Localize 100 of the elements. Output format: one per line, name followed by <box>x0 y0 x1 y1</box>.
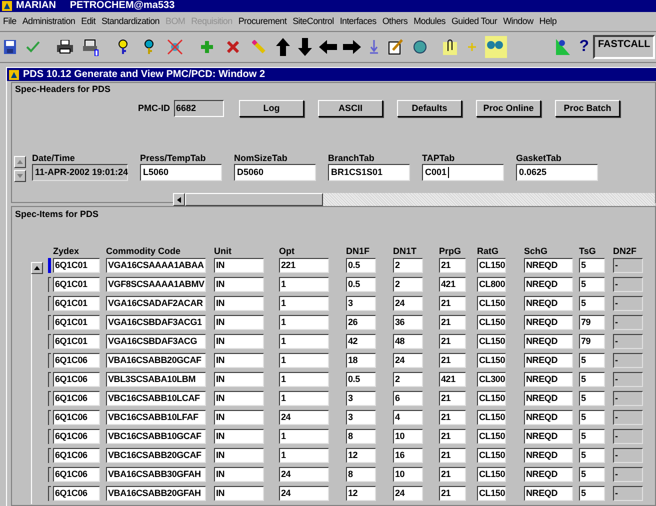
table-cell-field[interactable]: IN <box>214 372 264 387</box>
table-cell-field[interactable]: 6Q1C06 <box>53 391 100 406</box>
table-cell-field[interactable]: NREQD <box>524 315 573 330</box>
action-button[interactable]: Defaults <box>397 100 462 117</box>
table-cell-field[interactable]: CL150 <box>477 429 506 444</box>
table-cell-field[interactable]: 21 <box>439 334 466 349</box>
table-cell-field[interactable]: 5 <box>579 410 605 425</box>
input-field[interactable]: 0.0625 <box>516 164 598 181</box>
table-cell-field[interactable]: NREQD <box>524 486 573 501</box>
pmc-id-field[interactable]: 6682 <box>174 100 224 117</box>
table-cell-field[interactable]: 5 <box>579 372 605 387</box>
menu-item[interactable]: SiteControl <box>292 17 334 26</box>
scroll-down-button[interactable] <box>14 170 26 182</box>
menu-item[interactable]: File <box>3 17 16 26</box>
row-marker[interactable] <box>48 448 51 463</box>
table-cell-field[interactable]: IN <box>214 277 264 292</box>
menu-item[interactable]: Modules <box>414 17 446 26</box>
table-cell-field[interactable]: VBA16CSABB20GCAF <box>106 353 206 368</box>
row-marker[interactable] <box>48 296 51 311</box>
input-field[interactable]: BR1CS1S01 <box>328 164 410 181</box>
table-cell-field[interactable]: IN <box>214 258 264 273</box>
table-cell-field[interactable]: CL150 <box>477 315 506 330</box>
table-cell-field[interactable]: 6Q1C06 <box>53 448 100 463</box>
table-cell-field[interactable]: 6Q1C01 <box>53 296 100 311</box>
table-cell-field[interactable]: 21 <box>439 391 466 406</box>
table-cell-field[interactable]: 2 <box>393 372 423 387</box>
table-cell-field[interactable]: 3 <box>346 410 376 425</box>
table-cell-field[interactable]: 3 <box>346 296 376 311</box>
table-cell-field[interactable]: 24 <box>279 467 329 482</box>
table-cell-field[interactable]: 21 <box>439 448 466 463</box>
table-cell-field[interactable]: 0.5 <box>346 372 376 387</box>
table-cell-field[interactable]: IN <box>214 353 264 368</box>
table-cell-field[interactable]: CL150 <box>477 334 506 349</box>
row-marker[interactable] <box>48 391 51 406</box>
table-cell-field[interactable]: 1 <box>279 353 329 368</box>
table-cell-field[interactable]: 26 <box>346 315 376 330</box>
table-cell-field[interactable]: 6Q1C01 <box>53 334 100 349</box>
menu-item[interactable]: Edit <box>81 17 96 26</box>
table-cell-field[interactable]: 4 <box>393 410 423 425</box>
table-cell-field[interactable]: 5 <box>579 296 605 311</box>
help-mark[interactable]: ? <box>577 35 591 59</box>
table-cell-field[interactable]: 6Q1C06 <box>53 410 100 425</box>
table-cell-field[interactable]: VBA16CSABB20GFAH <box>106 486 206 501</box>
table-cell-field[interactable]: CL150 <box>477 296 506 311</box>
table-cell-field[interactable]: 12 <box>346 448 376 463</box>
menu-item[interactable]: Others <box>382 17 408 26</box>
table-cell-field[interactable]: 6Q1C01 <box>53 315 100 330</box>
table-cell-field[interactable]: 21 <box>439 410 466 425</box>
table-cell-field[interactable]: CL300 <box>477 372 506 387</box>
fastcall-field[interactable]: FASTCALL <box>593 35 655 59</box>
table-cell-field[interactable]: 6Q1C06 <box>53 467 100 482</box>
table-cell-field[interactable]: 21 <box>439 486 466 501</box>
table-cell-field[interactable]: 6Q1C01 <box>53 258 100 273</box>
table-cell-field[interactable]: 16 <box>393 448 423 463</box>
table-cell-field[interactable]: 1 <box>279 372 329 387</box>
action-button[interactable]: ASCII <box>318 100 383 117</box>
row-marker[interactable] <box>48 315 51 330</box>
table-cell-field[interactable]: CL150 <box>477 486 506 501</box>
menu-item[interactable]: Help <box>539 17 557 26</box>
table-cell-field[interactable]: 0.5 <box>346 258 376 273</box>
table-cell-field[interactable]: IN <box>214 429 264 444</box>
table-cell-field[interactable]: CL150 <box>477 391 506 406</box>
table-cell-field[interactable]: NREQD <box>524 334 573 349</box>
row-marker[interactable] <box>48 353 51 368</box>
row-marker[interactable] <box>48 410 51 425</box>
row-marker[interactable] <box>48 372 51 387</box>
table-cell-field[interactable]: 42 <box>346 334 376 349</box>
table-cell-field[interactable]: 5 <box>579 353 605 368</box>
table-cell-field[interactable]: 21 <box>439 429 466 444</box>
table-cell-field[interactable]: 2 <box>393 277 423 292</box>
table-cell-field[interactable]: NREQD <box>524 277 573 292</box>
table-cell-field[interactable]: 21 <box>439 315 466 330</box>
table-cell-field[interactable]: 421 <box>439 372 466 387</box>
table-cell-field[interactable]: 24 <box>393 353 423 368</box>
table-cell-field[interactable]: VBC16CSABB20GCAF <box>106 448 206 463</box>
table-cell-field[interactable]: 79 <box>579 315 605 330</box>
menu-item[interactable]: Guided Tour <box>451 17 498 26</box>
row-marker[interactable] <box>48 334 51 349</box>
scroll-up-button[interactable] <box>14 156 26 168</box>
table-cell-field[interactable]: 5 <box>579 448 605 463</box>
table-cell-field[interactable]: NREQD <box>524 353 573 368</box>
table-cell-field[interactable]: NREQD <box>524 391 573 406</box>
table-cell-field[interactable]: 24 <box>279 486 329 501</box>
table-cell-field[interactable]: 2 <box>393 258 423 273</box>
horizontal-scrollbar[interactable] <box>173 193 655 206</box>
table-cell-field[interactable]: IN <box>214 296 264 311</box>
scroll-left-button[interactable] <box>173 193 185 206</box>
table-cell-field[interactable]: NREQD <box>524 467 573 482</box>
table-cell-field[interactable]: VGA16CSADAF2ACAR <box>106 296 206 311</box>
table-cell-field[interactable]: VBA16CSABB30GFAH <box>106 467 206 482</box>
binoculars-icon[interactable] <box>483 34 509 60</box>
table-cell-field[interactable]: VBC16CSABB10GCAF <box>106 429 206 444</box>
table-cell-field[interactable]: IN <box>214 486 264 501</box>
action-button[interactable]: Proc Online <box>476 100 541 117</box>
table-cell-field[interactable]: 1 <box>279 334 329 349</box>
menu-item[interactable]: Standardization <box>101 17 160 26</box>
action-button[interactable]: Proc Batch <box>555 100 620 117</box>
table-cell-field[interactable]: 5 <box>579 467 605 482</box>
table-cell-field[interactable]: 24 <box>393 486 423 501</box>
table-cell-field[interactable]: IN <box>214 448 264 463</box>
